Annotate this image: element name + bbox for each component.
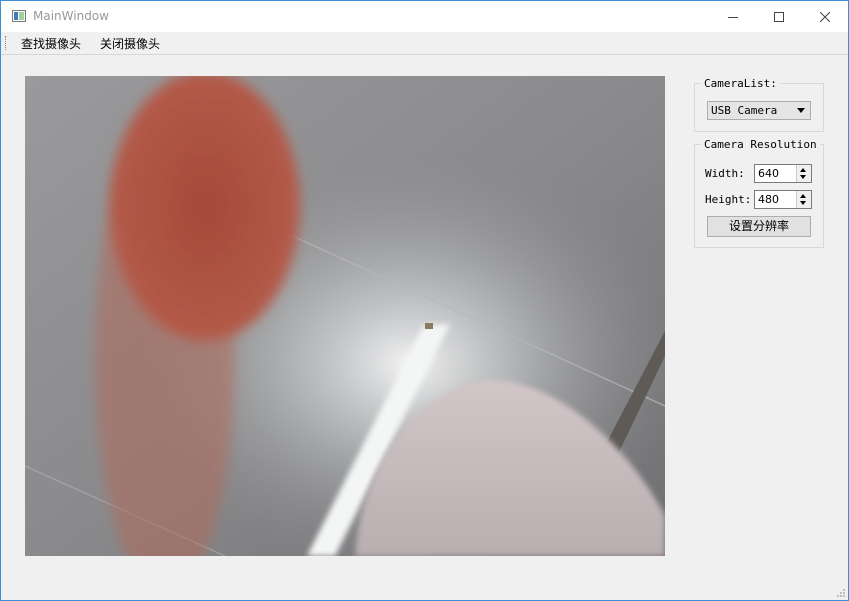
camera-select[interactable]: USB Camera xyxy=(707,101,811,120)
camera-frame-image xyxy=(25,76,665,556)
minimize-icon xyxy=(728,16,738,18)
maximize-button[interactable] xyxy=(756,1,802,32)
dropdown-arrow-icon xyxy=(797,108,805,113)
height-spinbox[interactable]: 480 xyxy=(754,190,812,209)
window-title: MainWindow xyxy=(33,9,109,23)
spin-down-icon[interactable] xyxy=(800,201,806,205)
spin-up-icon[interactable] xyxy=(800,194,806,198)
camera-list-title: CameraList: xyxy=(701,77,780,90)
size-grip-icon[interactable] xyxy=(836,588,846,598)
width-value: 640 xyxy=(758,167,779,180)
title-bar[interactable]: MainWindow xyxy=(1,1,848,32)
width-label: Width: xyxy=(705,167,745,180)
app-icon xyxy=(12,10,26,22)
width-spin-buttons[interactable] xyxy=(796,165,811,182)
resolution-group: Camera Resolution Width: 640 Height: 480… xyxy=(694,138,824,248)
menu-grip xyxy=(5,36,9,50)
height-label: Height: xyxy=(705,193,752,206)
camera-feed xyxy=(25,76,665,556)
menu-bar: 查找摄像头 关闭摄像头 xyxy=(1,32,848,55)
menu-close-camera[interactable]: 关闭摄像头 xyxy=(96,35,164,52)
width-spinbox[interactable]: 640 xyxy=(754,164,812,183)
menu-find-camera[interactable]: 查找摄像头 xyxy=(17,35,85,52)
minimize-button[interactable] xyxy=(710,1,756,32)
resolution-title: Camera Resolution xyxy=(701,138,820,151)
spin-up-icon[interactable] xyxy=(800,168,806,172)
close-button[interactable] xyxy=(802,1,848,32)
set-resolution-button[interactable]: 设置分辨率 xyxy=(707,216,811,237)
maximize-icon xyxy=(774,11,784,22)
height-spin-buttons[interactable] xyxy=(796,191,811,208)
height-value: 480 xyxy=(758,193,779,206)
close-icon xyxy=(820,11,830,22)
main-window: MainWindow 查找摄像头 关闭摄像头 CameraList: USB C… xyxy=(0,0,849,601)
camera-select-value: USB Camera xyxy=(711,104,778,117)
camera-list-group: CameraList: USB Camera xyxy=(694,77,824,132)
spin-down-icon[interactable] xyxy=(800,175,806,179)
